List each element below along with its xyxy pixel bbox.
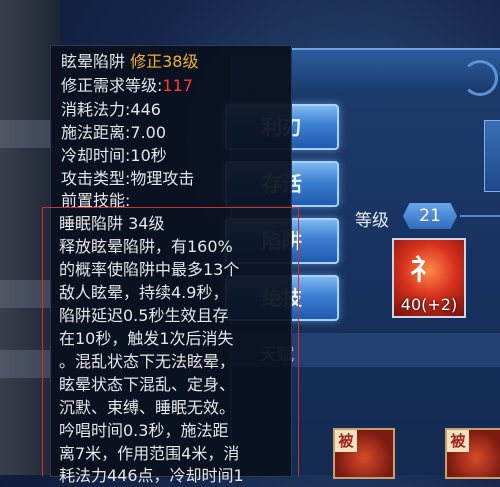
cast-range: 施法距离:7.00 [61, 123, 167, 142]
description-line: 。混乱状态下无法眩晕， [59, 352, 236, 371]
description-box: 睡眠陷阱 34级 释放眩晕陷阱，有160% 的概率使陷阱中最多13个 敌人眩晕，… [42, 207, 299, 485]
description-line: 的概率使陷阱中最多13个 [59, 260, 240, 279]
mana-cost: 消耗法力:446 [61, 100, 161, 119]
description-line: 眩晕状态下混乱、定身、 [59, 375, 236, 394]
description-line: 释放眩晕陷阱，有160% [59, 237, 233, 256]
ornament-swirl-icon [462, 60, 498, 96]
level-label: 等级 [355, 211, 389, 231]
skill-name: 眩晕陷阱 [61, 52, 126, 71]
prereq-skill: 睡眠陷阱 34级 [59, 214, 165, 233]
level-badge: 21 [403, 203, 457, 229]
skill-level-text: 40(+2) [400, 295, 458, 314]
cooldown: 冷却时间:10秒 [61, 146, 167, 165]
description-line: 耗法力446点，冷却时间1 [59, 466, 244, 485]
description-line: 在10秒，触发1次后消失 [59, 329, 234, 348]
requirement-line: 修正需求等级:117 [61, 75, 193, 97]
passive-badge: 被 [335, 430, 357, 452]
requirement-value: 117 [162, 76, 193, 95]
skill-glyph-icon: 礻 [410, 253, 439, 286]
description-line: 离7米，作用范围4米，消 [59, 444, 240, 463]
attack-type: 攻击类型:物理攻击 [61, 169, 195, 188]
tooltip-title: 眩晕陷阱 修正38级 [61, 51, 198, 73]
passive-skill-icon[interactable]: 被 [445, 428, 500, 479]
requirement-label: 修正需求等级: [61, 76, 163, 95]
passive-badge: 被 [447, 430, 469, 452]
level-divider [460, 215, 500, 217]
passive-skill-icon[interactable]: 被 [333, 428, 395, 479]
description-line: 沉默、束缚、睡眠无效。 [59, 398, 236, 417]
description-line: 吟唱时间0.3秒，施法距 [59, 421, 229, 440]
description-line: 敌人眩晕，持续4.9秒， [59, 283, 229, 302]
description-line: 陷阱延迟0.5秒生效且存 [59, 306, 229, 325]
skill-icon-stun-trap[interactable]: 礻 40(+2) [392, 238, 466, 318]
skill-correction: 修正38级 [130, 52, 199, 71]
panel-side-tab[interactable] [484, 120, 500, 192]
background-strip [0, 120, 50, 148]
